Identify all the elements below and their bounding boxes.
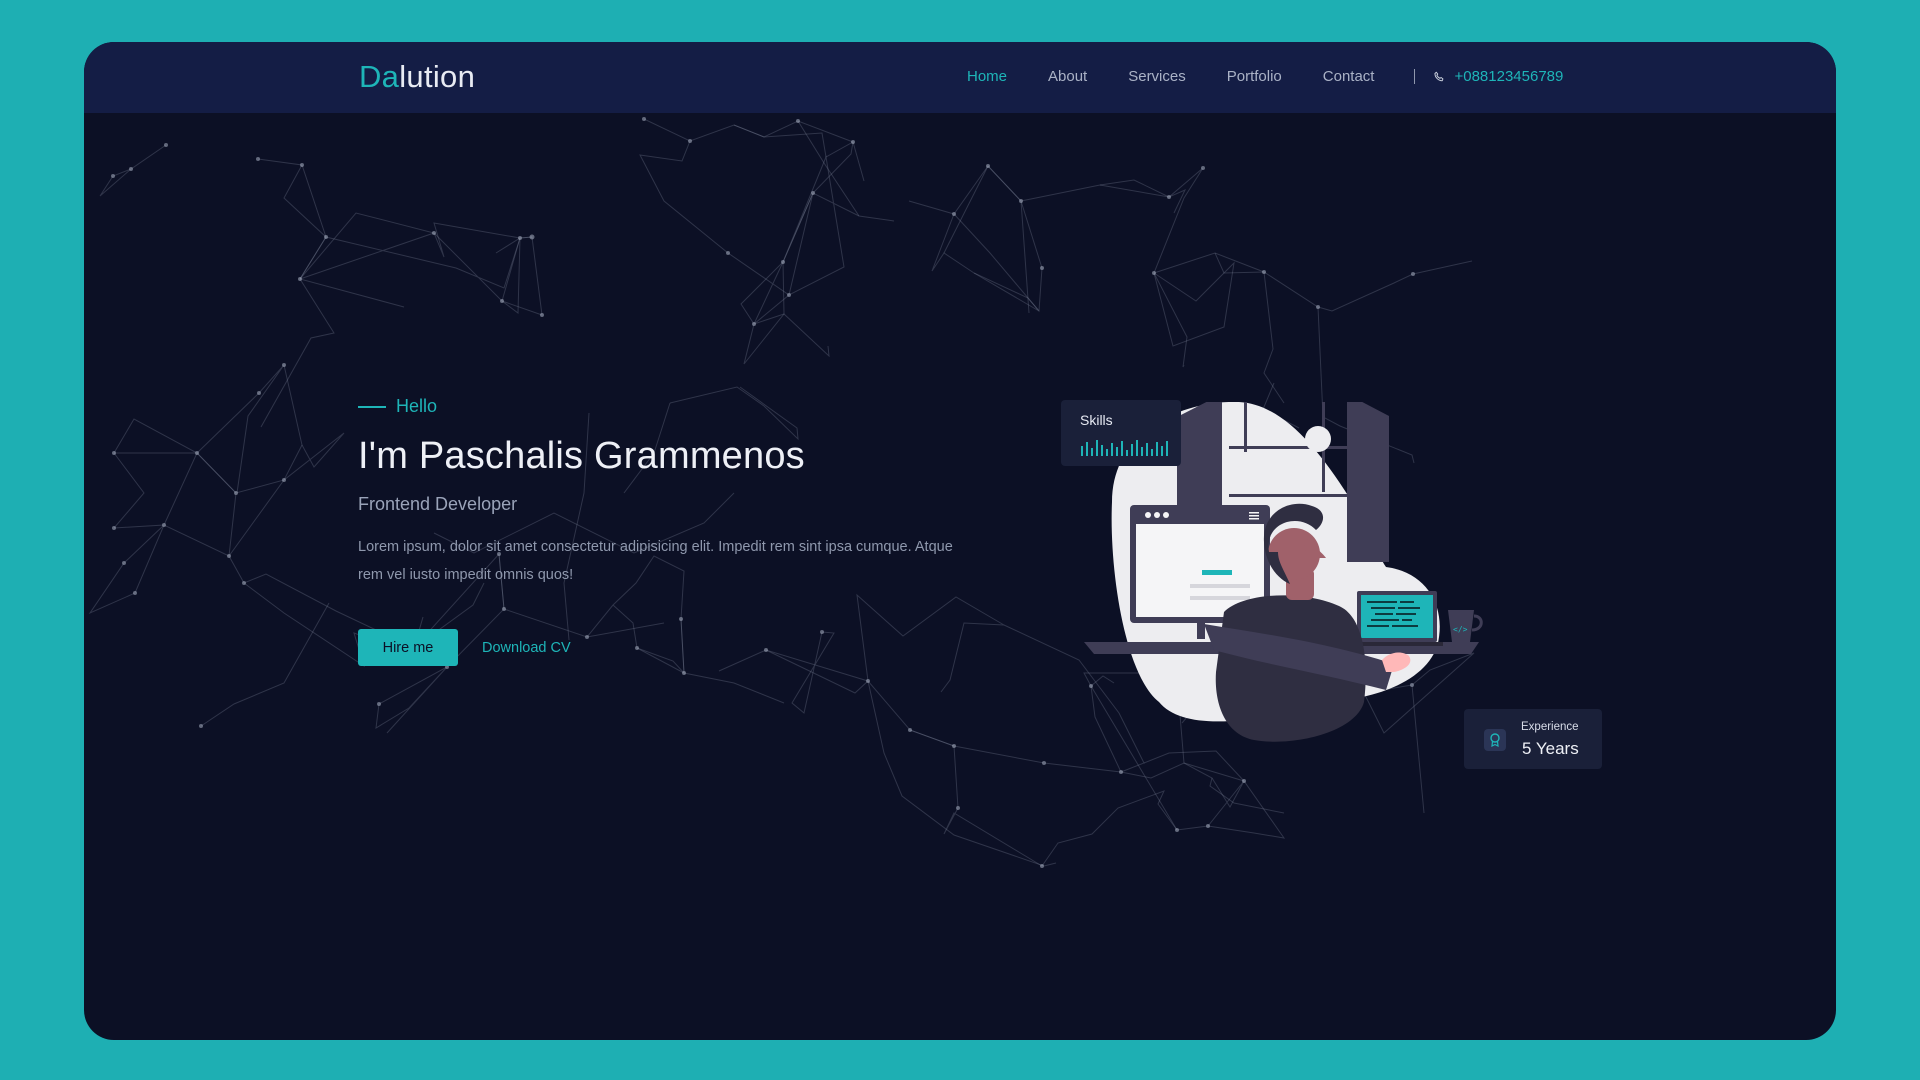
hero-description: Lorem ipsum, dolor sit amet consectetur … [358,539,953,583]
experience-card: Experience 5 Years [1464,709,1602,769]
greeting-text: Hello [396,396,438,416]
site-frame: Dalution Home About Services Portfolio C… [84,42,1836,1040]
brand-logo[interactable]: Dalution [359,59,475,95]
skills-card: Skills [1061,400,1181,466]
hero-actions: Hire me Download CV [358,629,958,666]
hero-section: Hello I'm Paschalis Grammenos Frontend D… [358,396,958,666]
phone-link[interactable]: +088123456789 [1433,68,1563,85]
hire-me-button[interactable]: Hire me [358,629,458,666]
main-nav: Home About Services Portfolio Contact +0… [967,68,1563,85]
phone-number: +088123456789 [1454,68,1564,85]
nav-link-about[interactable]: About [1048,68,1087,85]
skills-card-title: Skills [1080,412,1113,428]
award-icon [1484,729,1506,751]
hero-role: Frontend Developer [358,494,518,514]
nav-divider [1414,69,1416,84]
greeting-line [358,405,386,408]
skills-bars-chart [1081,440,1168,456]
nav-link-services[interactable]: Services [1128,68,1186,85]
svg-text:</>: </> [1453,625,1468,634]
experience-value: 5 Years [1522,739,1579,758]
nav-link-home[interactable]: Home [967,68,1007,85]
brand-logo-suffix: lution [399,59,476,94]
hero-name: I'm Paschalis Grammenos [358,435,805,477]
greeting-row: Hello [358,396,958,417]
download-cv-link[interactable]: Download CV [482,640,571,656]
brand-logo-prefix: Da [359,59,400,94]
phone-icon [1434,71,1444,81]
navbar: Dalution Home About Services Portfolio C… [84,42,1836,113]
nav-link-contact[interactable]: Contact [1323,68,1375,85]
experience-label: Experience [1521,721,1579,733]
nav-link-portfolio[interactable]: Portfolio [1227,68,1282,85]
